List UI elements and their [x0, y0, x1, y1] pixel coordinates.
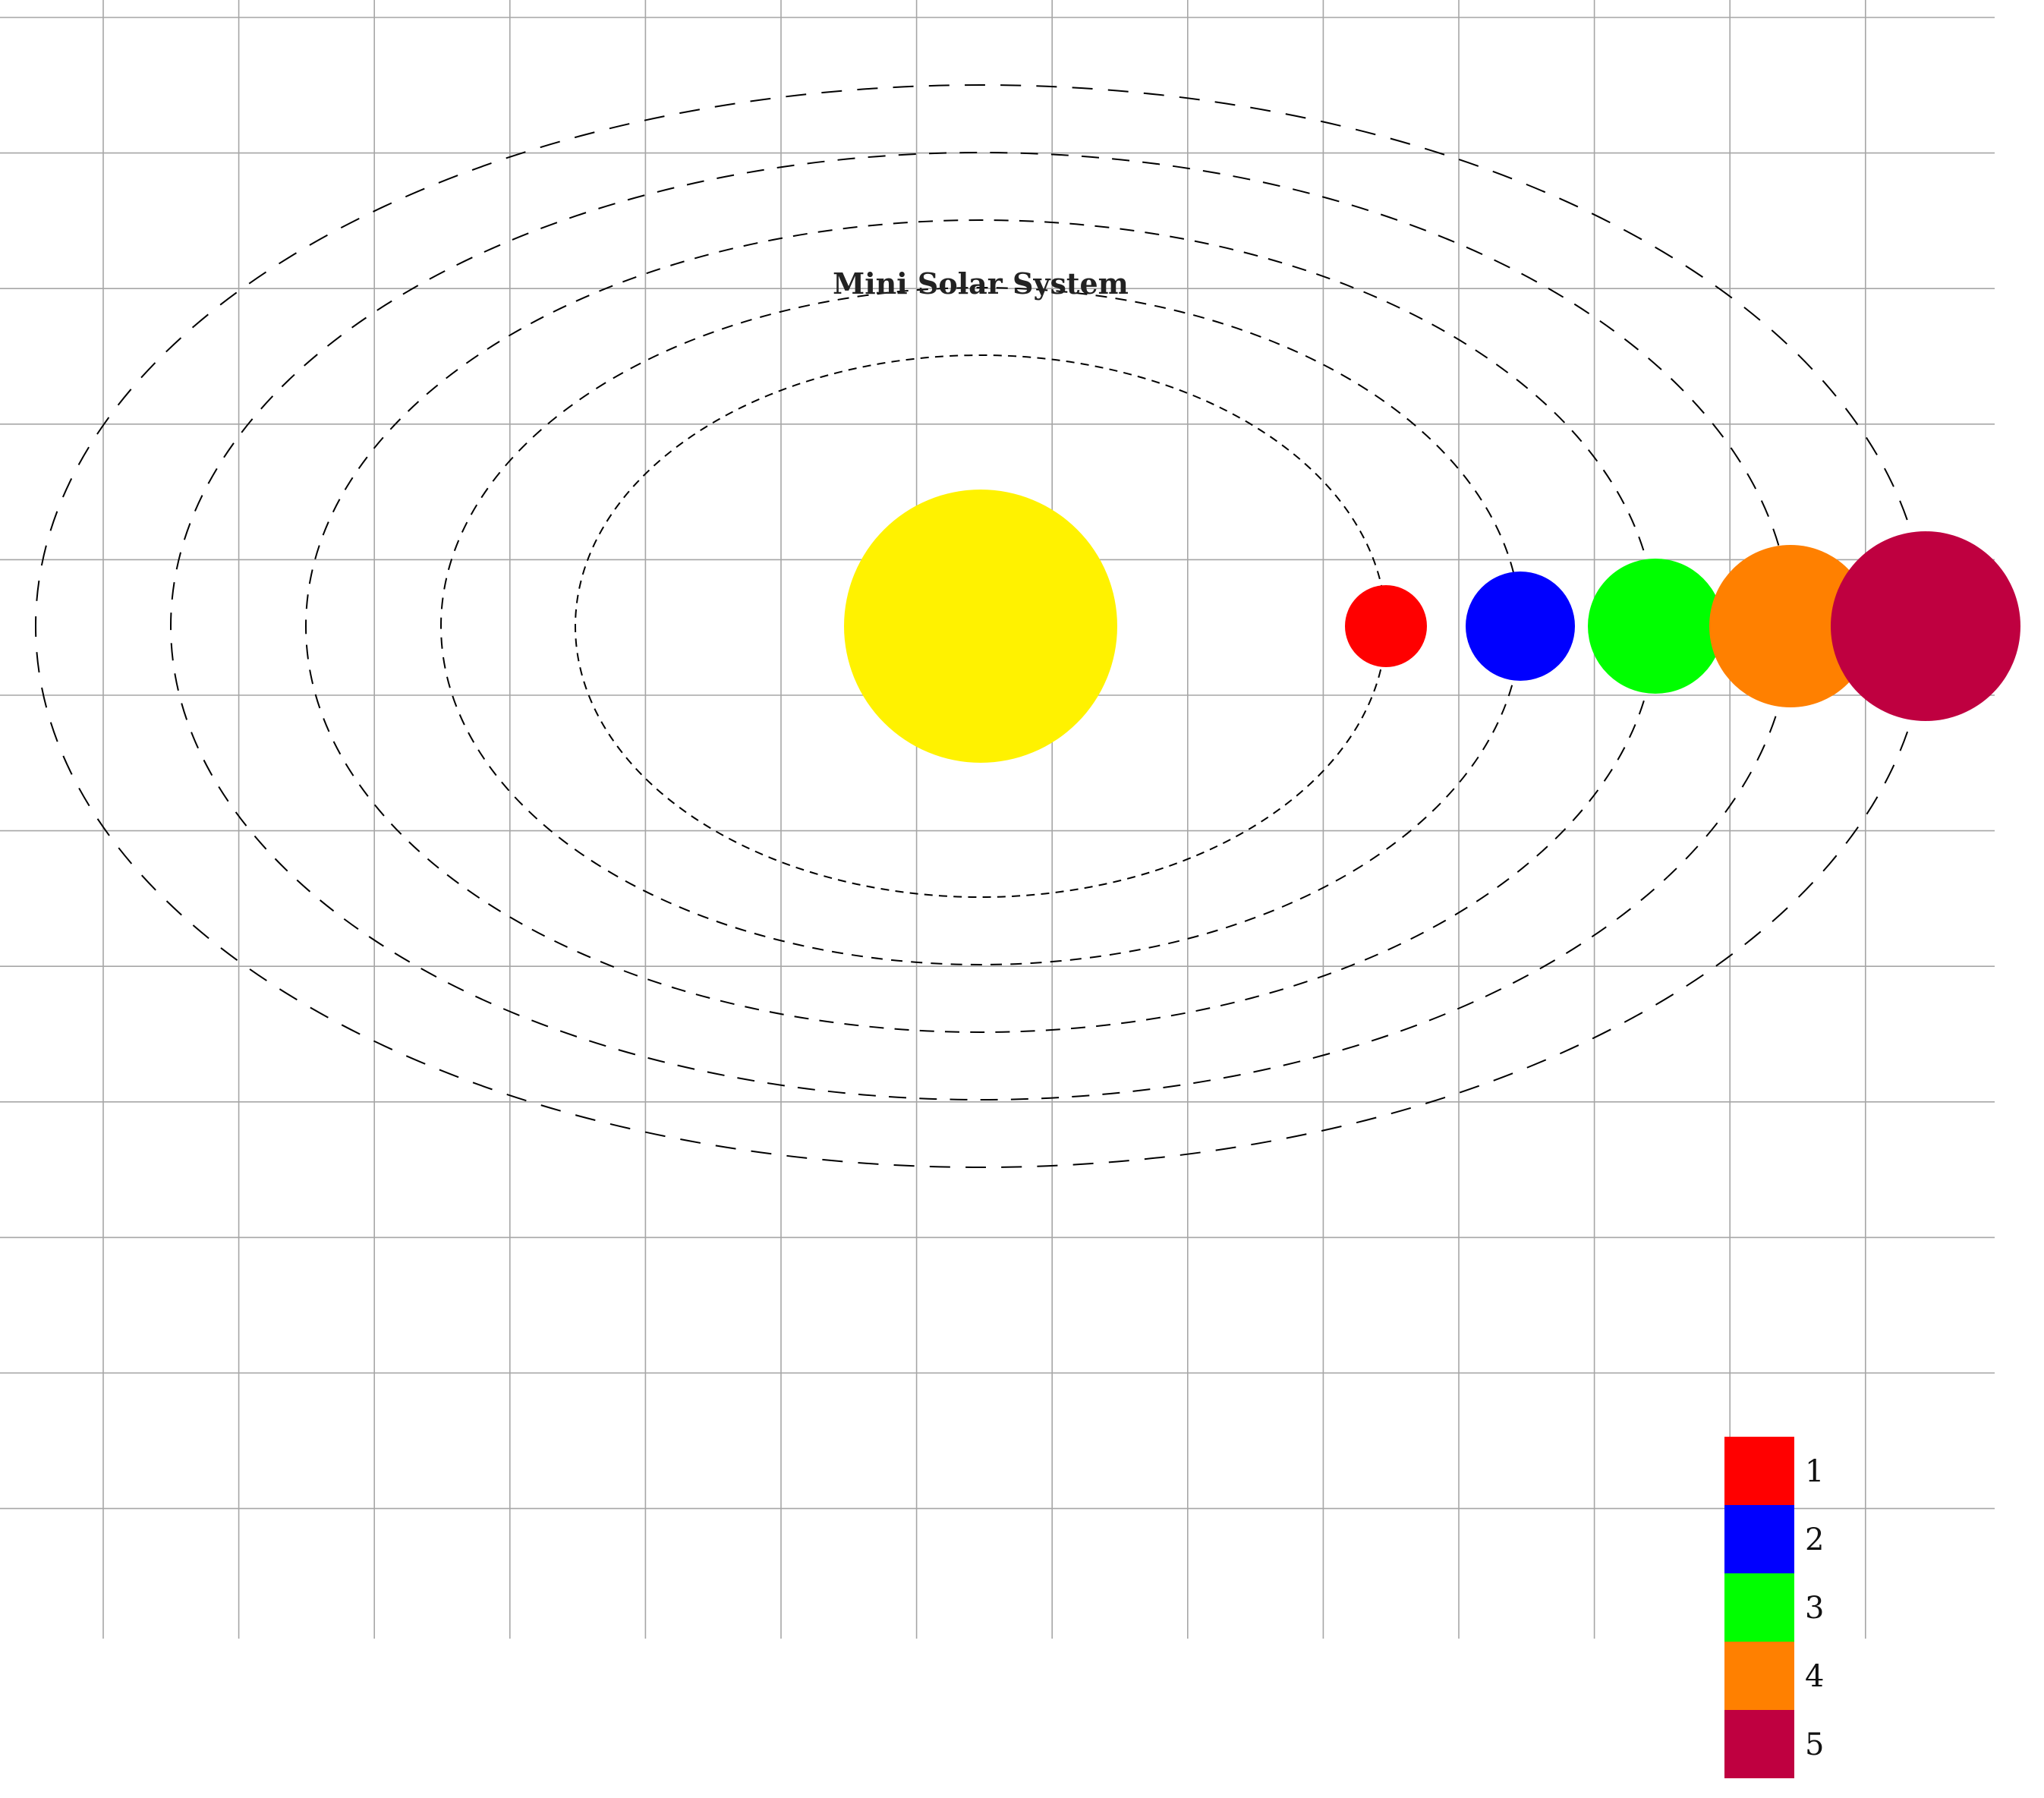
legend-label: 2: [1805, 1522, 1824, 1557]
sun-layer: [844, 490, 1117, 763]
legend-swatch: [1724, 1710, 1794, 1778]
planet-1: [1345, 585, 1427, 667]
diagram-title: Mini Solar System: [833, 266, 1129, 301]
planet-3: [1588, 559, 1723, 694]
grid: [0, 0, 1995, 1639]
legend-swatch: [1724, 1642, 1794, 1710]
legend: 1 2 3 4 5: [1724, 1437, 1824, 1778]
legend-label: 5: [1805, 1727, 1824, 1762]
sun: [844, 490, 1117, 763]
solar-system-diagram: Mini Solar System 1 2 3 4 5: [0, 0, 2020, 1778]
legend-swatch: [1724, 1505, 1794, 1573]
legend-label: 1: [1805, 1454, 1824, 1489]
legend-swatch: [1724, 1573, 1794, 1642]
planet-2: [1466, 572, 1575, 681]
legend-label: 4: [1805, 1659, 1824, 1694]
legend-label: 3: [1805, 1591, 1824, 1626]
planet-5: [1831, 531, 2020, 721]
legend-swatch: [1724, 1437, 1794, 1505]
